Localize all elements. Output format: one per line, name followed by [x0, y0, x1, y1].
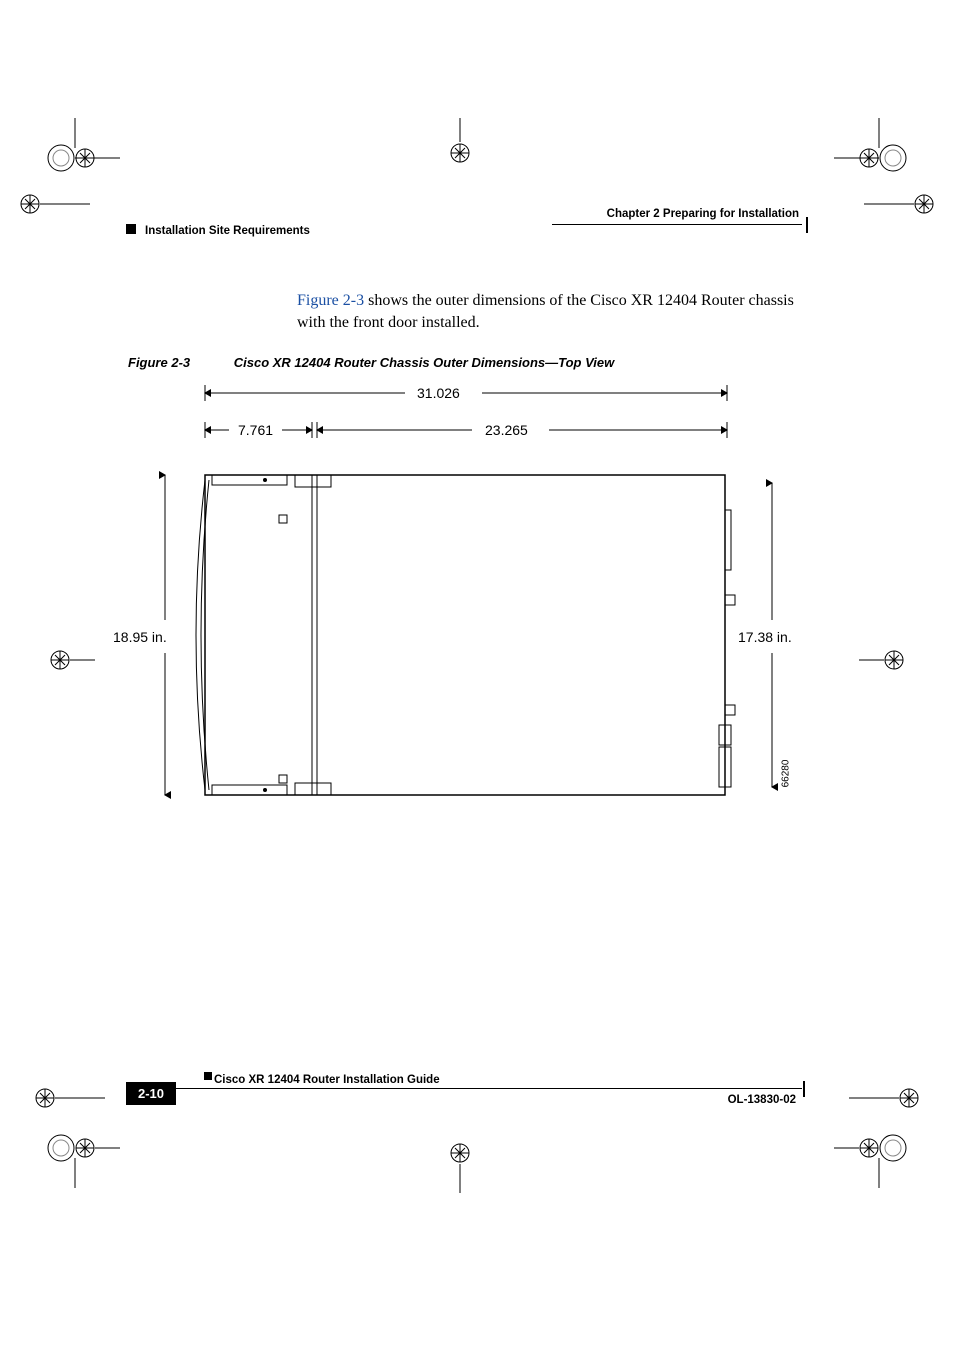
footer-rule — [126, 1088, 802, 1089]
dim-front-depth: 7.761 — [238, 422, 273, 438]
regmark-bottom-right — [809, 1078, 929, 1188]
regmark-mid-left — [40, 640, 100, 680]
diagram-svg — [117, 375, 807, 815]
header-square-icon — [126, 224, 136, 234]
dim-rear-depth: 23.265 — [485, 422, 528, 438]
regmark-bottom-center — [420, 1138, 500, 1198]
regmark-top-center — [420, 118, 500, 168]
chassis-diagram: 31.026 7.761 23.265 18.95 in. 17.38 in. … — [117, 375, 807, 805]
drawing-part-number: 66280 — [780, 760, 791, 788]
figure-reference-link: Figure 2-3 — [297, 292, 364, 309]
figure-caption: Figure 2-3 Cisco XR 12404 Router Chassis… — [128, 355, 614, 370]
regmark-top-right — [809, 118, 929, 208]
footer-doc-title: Cisco XR 12404 Router Installation Guide — [214, 1074, 440, 1086]
regmark-mid-left-upper — [10, 184, 110, 224]
regmark-mid-right — [854, 640, 914, 680]
dim-total-width: 31.026 — [417, 385, 460, 401]
body-text-rest: shows the outer dimensions of the Cisco … — [297, 292, 794, 331]
regmark-top-left — [25, 118, 145, 208]
footer-square-icon — [204, 1072, 212, 1080]
doc-id: OL-13830-02 — [728, 1094, 796, 1106]
page-container: { "header": { "chapter": "Chapter 2 Prep… — [0, 0, 954, 1351]
running-header-right: Chapter 2 Preparing for Installation — [607, 208, 799, 220]
body-paragraph: Figure 2-3 shows the outer dimensions of… — [297, 290, 799, 333]
page-number: 2-10 — [126, 1082, 176, 1105]
regmark-mid-right-upper — [844, 184, 944, 224]
dim-right-height: 17.38 in. — [738, 629, 792, 645]
figure-number: Figure 2-3 — [128, 355, 190, 370]
header-rule-right — [552, 224, 802, 225]
figure-title: Cisco XR 12404 Router Chassis Outer Dime… — [234, 355, 614, 370]
dim-left-height: 18.95 in. — [113, 629, 167, 645]
running-header-left: Installation Site Requirements — [145, 225, 310, 237]
